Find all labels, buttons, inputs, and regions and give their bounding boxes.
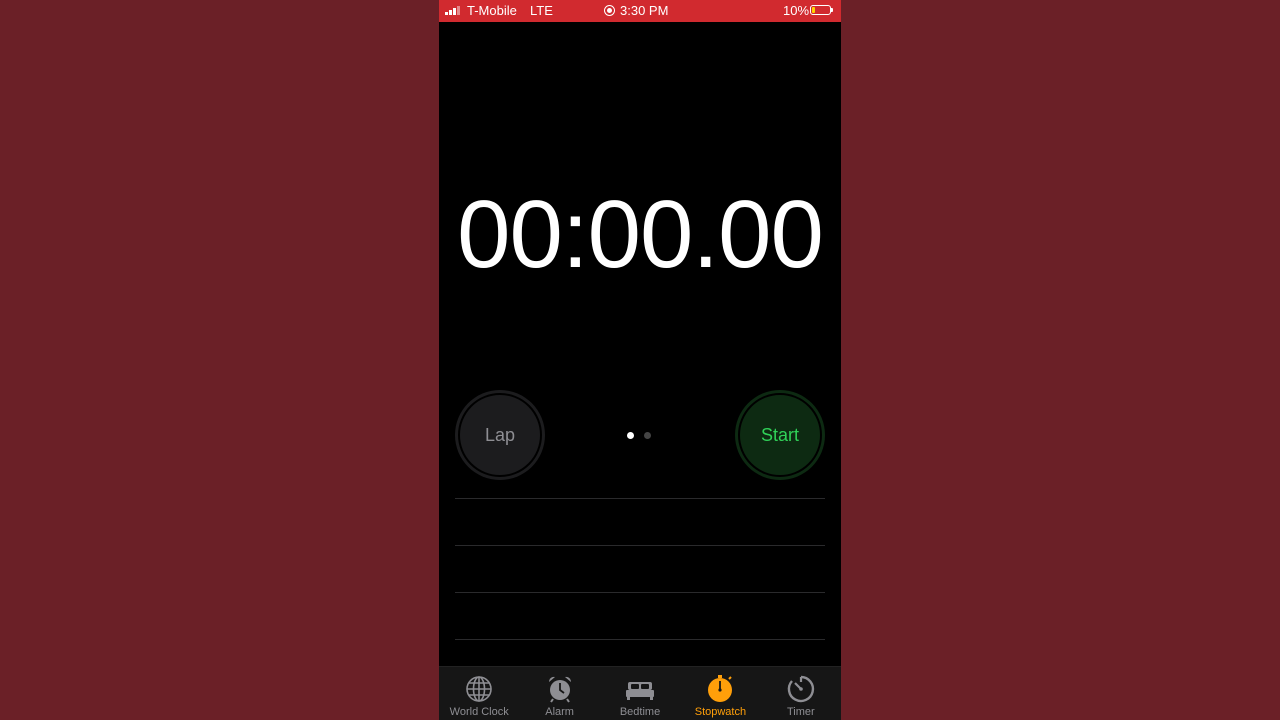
tab-label: World Clock [449,706,509,718]
tab-alarm[interactable]: Alarm [519,667,599,720]
screen-recording-icon [604,5,615,16]
lap-list [455,498,825,686]
tab-label: Timer [786,706,815,718]
status-center: 3:30 PM [604,3,668,18]
alarm-clock-icon [548,676,571,703]
phone-screen: T-Mobile LTE 3:30 PM 10% 00:00.00 Lap St… [439,0,841,720]
tab-stopwatch[interactable]: Stopwatch [680,667,760,720]
status-bar: T-Mobile LTE 3:30 PM 10% [439,0,841,22]
lap-list-divider [455,498,825,499]
lap-list-divider [455,639,825,640]
page-dot-2[interactable] [644,432,651,439]
tab-label: Alarm [545,706,574,718]
lap-list-divider [455,592,825,593]
lap-button-label: Lap [484,424,516,445]
stopwatch-icon [708,675,733,702]
tab-timer[interactable]: Timer [761,667,841,720]
tab-world-clock[interactable]: World Clock [439,667,519,720]
tab-label: Bedtime [619,706,661,718]
bed-icon [626,682,655,700]
signal-strength-icon [445,6,460,15]
battery-icon [810,5,833,15]
globe-icon [466,676,493,702]
stopwatch-display: 00:00.00 [457,181,824,288]
tab-bedtime[interactable]: Bedtime [600,667,680,720]
start-button-label: Start [760,424,799,445]
carrier-name: T-Mobile [467,3,517,18]
lap-button[interactable]: Lap [455,390,545,480]
tab-bar: World Clock Alarm Bedtime Stopwatch Time… [439,666,841,720]
lap-list-divider [455,545,825,546]
status-time: 3:30 PM [620,3,669,18]
network-type: LTE [530,3,553,18]
battery-percentage: 10% [783,3,810,18]
start-button[interactable]: Start [735,390,825,480]
page-dot-1[interactable] [627,432,634,439]
timer-icon [787,675,814,703]
tab-label: Stopwatch [694,706,747,718]
page-indicator[interactable] [627,432,651,439]
